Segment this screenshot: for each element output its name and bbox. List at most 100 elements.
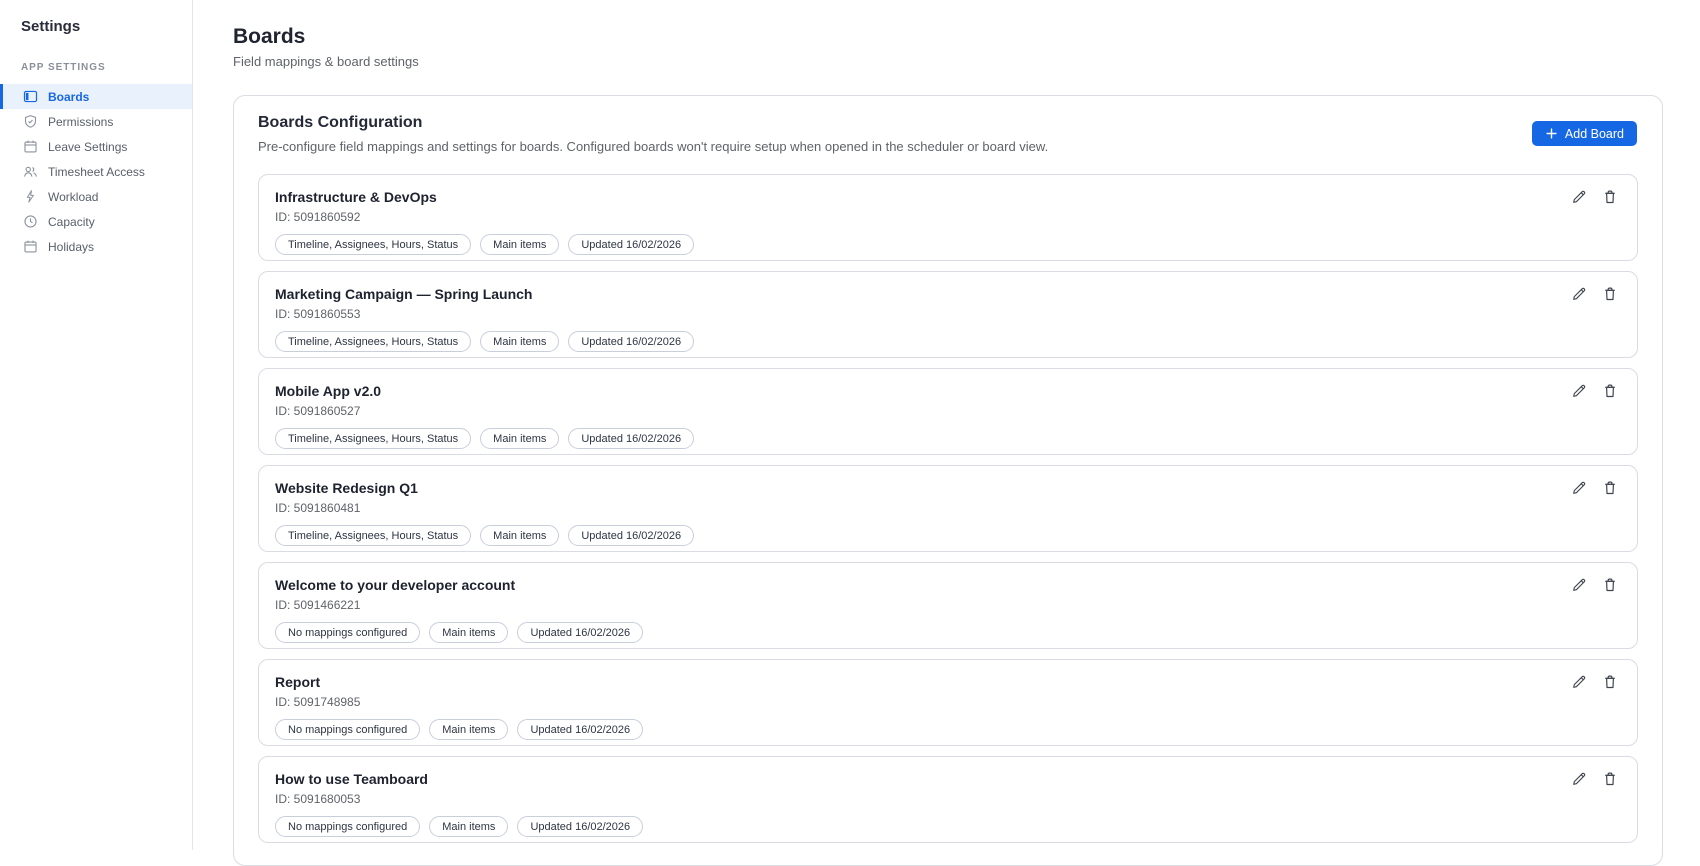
sidebar-item-holidays[interactable]: Holidays (0, 234, 192, 259)
updated-tag: Updated 16/02/2026 (517, 816, 644, 837)
sidebar-item-label: Timesheet Access (48, 164, 145, 179)
board-id: ID: 5091748985 (275, 695, 361, 709)
sidebar: Settings APP SETTINGS Boards Permissions… (0, 0, 193, 850)
item-type-tag: Main items (480, 234, 560, 255)
mappings-tag: Timeline, Assignees, Hours, Status (275, 234, 472, 255)
edit-board-button[interactable] (1569, 187, 1589, 207)
board-name: Marketing Campaign — Spring Launch (275, 286, 533, 302)
board-name: How to use Teamboard (275, 771, 428, 787)
item-type-tag: Main items (429, 816, 509, 837)
trash-icon (1604, 481, 1616, 495)
mappings-tag: No mappings configured (275, 622, 421, 643)
updated-tag: Updated 16/02/2026 (568, 331, 695, 352)
trash-icon (1604, 190, 1616, 204)
mappings-tag: Timeline, Assignees, Hours, Status (275, 428, 472, 449)
board-id: ID: 5091860592 (275, 210, 361, 224)
mappings-tag: No mappings configured (275, 816, 421, 837)
delete-board-button[interactable] (1600, 478, 1620, 498)
calendar-icon (23, 139, 38, 154)
mappings-tag: Timeline, Assignees, Hours, Status (275, 331, 472, 352)
board-id: ID: 5091680053 (275, 792, 361, 806)
sidebar-title: Settings (21, 18, 81, 35)
board-card-welcome-developer: Welcome to your developer account ID: 50… (258, 562, 1638, 649)
sidebar-item-leave-settings[interactable]: Leave Settings (0, 134, 192, 159)
shield-icon (23, 114, 38, 129)
updated-tag: Updated 16/02/2026 (568, 428, 695, 449)
clock-icon (23, 214, 38, 229)
sidebar-item-label: Capacity (48, 214, 95, 229)
edit-board-button[interactable] (1569, 769, 1589, 789)
board-card-how-to-use-teamboard: How to use Teamboard ID: 5091680053 No m… (258, 756, 1638, 843)
board-list: Infrastructure & DevOps ID: 5091860592 T… (258, 174, 1638, 843)
edit-board-button[interactable] (1569, 478, 1589, 498)
board-actions (1569, 575, 1620, 595)
board-actions (1569, 284, 1620, 304)
board-card-mobile-app: Mobile App v2.0 ID: 5091860527 Timeline,… (258, 368, 1638, 455)
sidebar-item-permissions[interactable]: Permissions (0, 109, 192, 134)
board-tags: Timeline, Assignees, Hours, Status Main … (275, 234, 1621, 255)
edit-board-button[interactable] (1569, 381, 1589, 401)
board-actions (1569, 769, 1620, 789)
edit-board-button[interactable] (1569, 672, 1589, 692)
item-type-tag: Main items (480, 428, 560, 449)
board-tags: No mappings configured Main items Update… (275, 622, 1621, 643)
board-id: ID: 5091860481 (275, 501, 361, 515)
pencil-icon (1573, 578, 1586, 591)
mappings-tag: No mappings configured (275, 719, 421, 740)
updated-tag: Updated 16/02/2026 (568, 525, 695, 546)
sidebar-item-label: Boards (48, 89, 90, 104)
board-name: Report (275, 674, 321, 690)
item-type-tag: Main items (480, 525, 560, 546)
delete-board-button[interactable] (1600, 769, 1620, 789)
page-subtitle: Field mappings & board settings (233, 54, 419, 69)
trash-icon (1604, 675, 1616, 689)
board-tags: Timeline, Assignees, Hours, Status Main … (275, 428, 1621, 449)
updated-tag: Updated 16/02/2026 (517, 622, 644, 643)
board-name: Infrastructure & DevOps (275, 189, 437, 205)
edit-board-button[interactable] (1569, 284, 1589, 304)
board-name: Welcome to your developer account (275, 577, 516, 593)
board-card-report: Report ID: 5091748985 No mappings config… (258, 659, 1638, 746)
trash-icon (1604, 578, 1616, 592)
board-card-website-redesign: Website Redesign Q1 ID: 5091860481 Timel… (258, 465, 1638, 552)
trash-icon (1604, 384, 1616, 398)
delete-board-button[interactable] (1600, 575, 1620, 595)
updated-tag: Updated 16/02/2026 (517, 719, 644, 740)
board-id: ID: 5091860553 (275, 307, 361, 321)
item-type-tag: Main items (429, 719, 509, 740)
mappings-tag: Timeline, Assignees, Hours, Status (275, 525, 472, 546)
pencil-icon (1573, 190, 1586, 203)
settings-app: Settings APP SETTINGS Boards Permissions… (0, 0, 1700, 866)
board-card-marketing-campaign: Marketing Campaign — Spring Launch ID: 5… (258, 271, 1638, 358)
trash-icon (1604, 287, 1616, 301)
sidebar-item-timesheet-access[interactable]: Timesheet Access (0, 159, 192, 184)
pencil-icon (1573, 384, 1586, 397)
delete-board-button[interactable] (1600, 187, 1620, 207)
boards-configuration-panel: Boards Configuration Pre-configure field… (233, 95, 1663, 866)
edit-board-button[interactable] (1569, 575, 1589, 595)
board-actions (1569, 672, 1620, 692)
plus-icon (1545, 127, 1558, 140)
sidebar-item-boards[interactable]: Boards (0, 84, 192, 109)
sidebar-item-label: Permissions (48, 114, 114, 129)
sidebar-item-label: Workload (48, 189, 99, 204)
board-name: Website Redesign Q1 (275, 480, 418, 496)
pencil-icon (1573, 675, 1586, 688)
sidebar-nav: Boards Permissions Leave Settings Timesh… (0, 84, 192, 259)
sidebar-item-capacity[interactable]: Capacity (0, 209, 192, 234)
pencil-icon (1573, 772, 1586, 785)
sidebar-item-workload[interactable]: Workload (0, 184, 192, 209)
board-tags: Timeline, Assignees, Hours, Status Main … (275, 525, 1621, 546)
pencil-icon (1573, 481, 1586, 494)
delete-board-button[interactable] (1600, 672, 1620, 692)
delete-board-button[interactable] (1600, 284, 1620, 304)
panel-description: Pre-configure field mappings and setting… (258, 139, 1049, 154)
pencil-icon (1573, 287, 1586, 300)
add-board-button-label: Add Board (1564, 126, 1624, 141)
board-actions (1569, 187, 1620, 207)
people-icon (23, 164, 38, 179)
calendar-icon (23, 239, 38, 254)
item-type-tag: Main items (480, 331, 560, 352)
add-board-button[interactable]: Add Board (1531, 121, 1637, 146)
delete-board-button[interactable] (1600, 381, 1620, 401)
